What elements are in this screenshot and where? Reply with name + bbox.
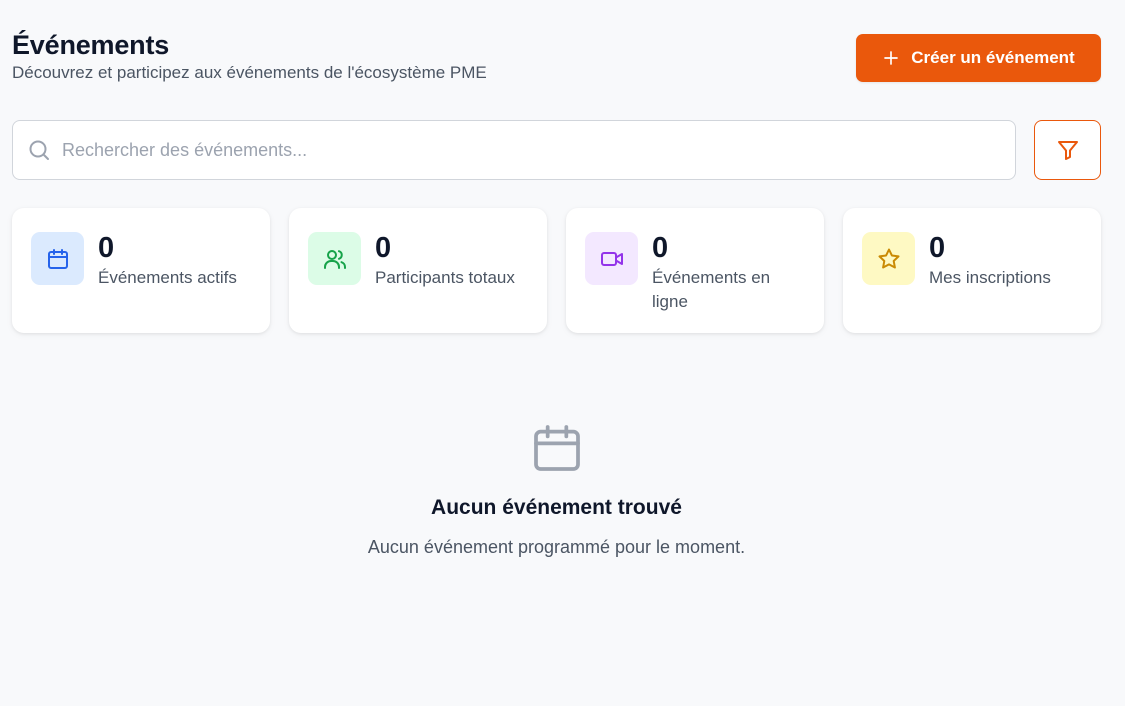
page-header: Événements Découvrez et participez aux é… [12, 28, 1101, 88]
stat-label: Participants totaux [375, 268, 515, 287]
empty-state-title: Aucun événement trouvé [431, 496, 682, 519]
search-icon [29, 140, 49, 160]
stat-icon-container [585, 232, 638, 285]
filter-button[interactable] [1034, 120, 1101, 180]
stat-card-active-events: 0 Événements actifs [12, 208, 270, 333]
stat-icon-container [31, 232, 84, 285]
calendar-icon [47, 248, 68, 269]
stat-label: Événements actifs [98, 268, 237, 287]
plus-icon [884, 51, 899, 65]
search-box[interactable] [12, 120, 1016, 180]
stat-label: Mes inscriptions [929, 268, 1051, 287]
empty-state: Aucun événement trouvé Aucun événement p… [0, 420, 1113, 558]
empty-state-description: Aucun événement programmé pour le moment… [367, 537, 746, 557]
filter-icon [1057, 141, 1078, 160]
stat-icon-container [862, 232, 915, 285]
create-event-button[interactable]: Créer un événement [856, 34, 1101, 82]
stat-value: 0 [375, 232, 392, 264]
stat-card-online-events: 0 Événements en ligne [566, 208, 824, 333]
video-icon [600, 251, 623, 266]
stat-value: 0 [98, 232, 115, 264]
stat-card-total-participants: 0 Participants totaux [289, 208, 547, 333]
stat-value: 0 [652, 232, 669, 264]
stats-row: 0 Événements actifs 0 Participants totau… [12, 208, 1101, 333]
users-icon [323, 249, 346, 269]
stat-card-my-registrations: 0 Mes inscriptions [843, 208, 1101, 333]
star-icon [878, 248, 899, 268]
stat-label: Événements en ligne [652, 268, 771, 311]
stat-value: 0 [929, 232, 946, 264]
calendar-icon [533, 425, 580, 471]
stat-icon-container [308, 232, 361, 285]
search-input[interactable] [62, 139, 1015, 161]
create-event-button-label: Créer un événement [911, 48, 1075, 67]
search-row [12, 120, 1101, 180]
